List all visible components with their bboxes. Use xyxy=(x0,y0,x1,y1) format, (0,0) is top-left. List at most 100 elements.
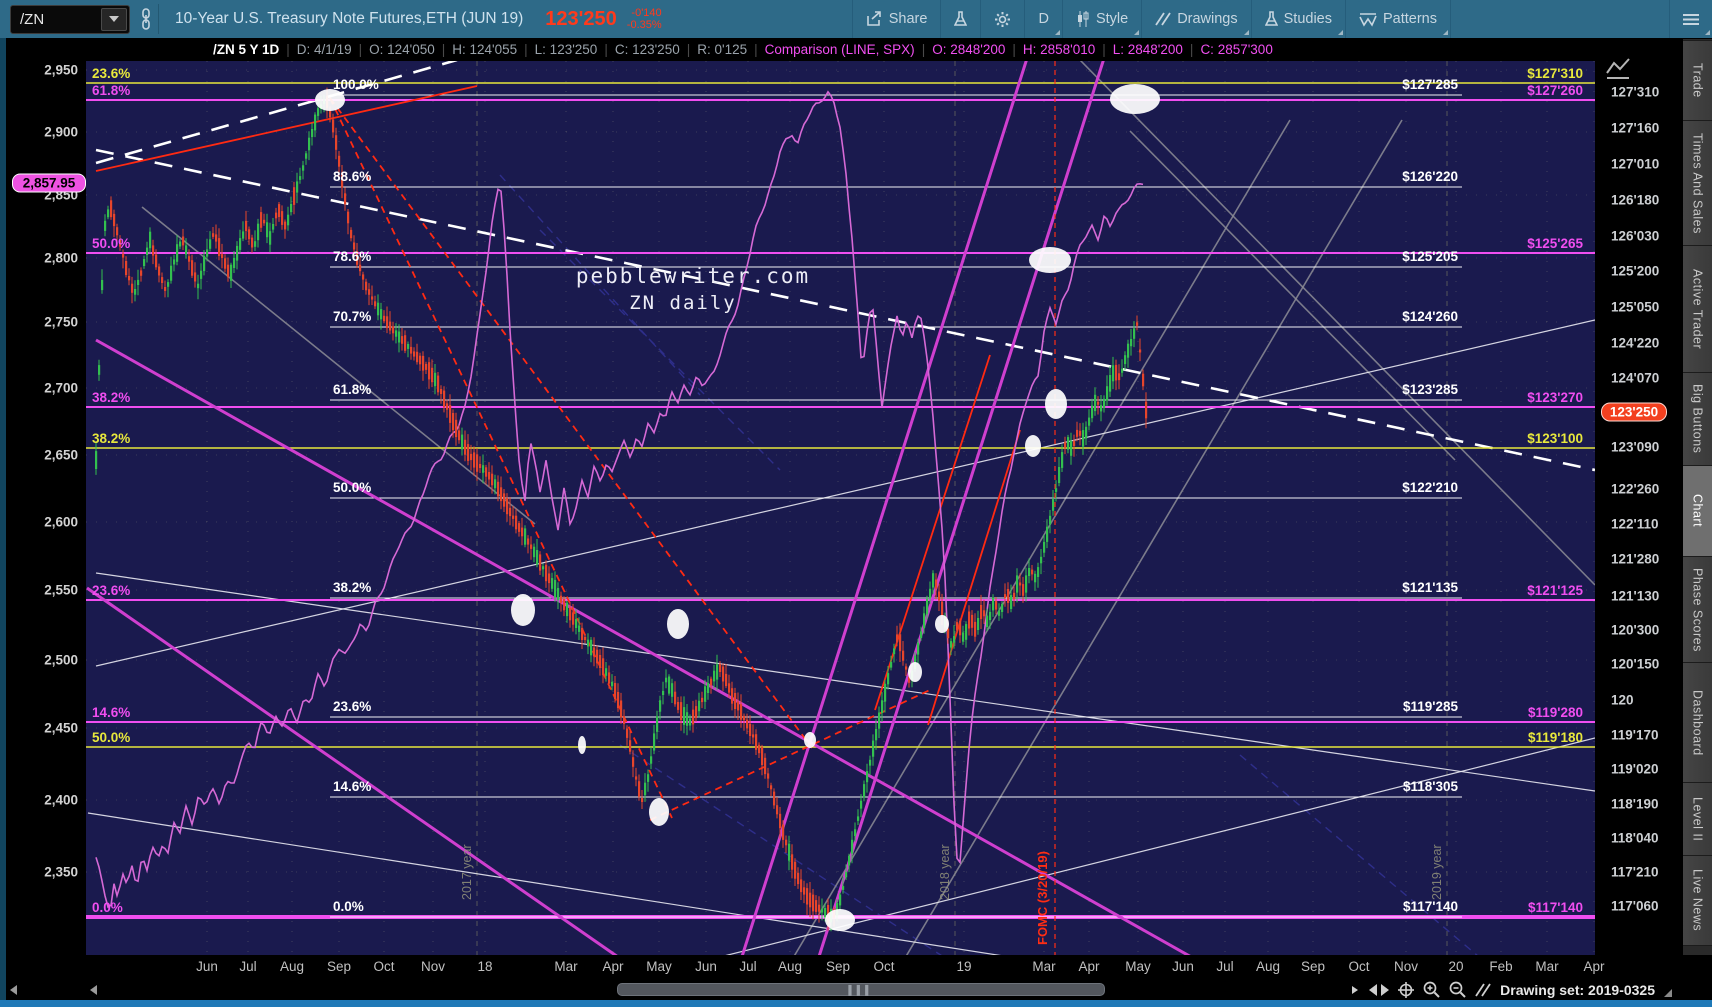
sidebar-tab-big-buttons[interactable]: Big Buttons xyxy=(1683,372,1712,466)
panel-left-arrow-icon[interactable] xyxy=(90,985,97,995)
dropdown-corner-icon xyxy=(1338,30,1343,35)
right-axis-label: 127'010 xyxy=(1611,156,1660,172)
dropdown-corner-icon xyxy=(1705,30,1710,35)
right-axis-label: 123'090 xyxy=(1611,439,1660,455)
svg-text:$122'210: $122'210 xyxy=(1402,480,1458,495)
watermark-line1: pebblewriter.com xyxy=(575,264,811,288)
patterns-button[interactable]: Patterns xyxy=(1345,0,1450,38)
time-axis-label: Sep xyxy=(326,959,352,974)
svg-text:$117'140: $117'140 xyxy=(1528,900,1583,915)
left-price-axis[interactable]: 2,950 2,900 2,850 2,800 2,750 2,700 2,650 2,600… xyxy=(0,61,86,955)
time-axis-label: Oct xyxy=(873,959,895,974)
zoom-in-icon[interactable] xyxy=(1423,981,1440,998)
left-axis-label: 2,450 xyxy=(44,720,78,736)
svg-text:2019 year: 2019 year xyxy=(1430,844,1444,900)
change-percent: -0.35% xyxy=(626,19,662,31)
left-axis-label: 2,650 xyxy=(44,447,78,463)
pattern-icon xyxy=(1359,12,1377,27)
right-axis-label: 118'040 xyxy=(1611,830,1659,846)
step-right-icon[interactable] xyxy=(1350,985,1360,995)
button-label: Patterns xyxy=(1383,11,1437,27)
chart-date: D: 4/1/19 xyxy=(296,42,352,57)
ohlc-field: C: 123'250 xyxy=(614,42,680,57)
pan-arrows-icon[interactable] xyxy=(1369,983,1390,996)
chart-nav-controls: Drawing set: 2019-0325 xyxy=(1350,979,1672,1000)
zoom-out-icon[interactable] xyxy=(1449,981,1466,998)
svg-text:$121'125: $121'125 xyxy=(1527,583,1583,598)
d-button[interactable]: D xyxy=(1024,0,1061,38)
svg-text:23.6%: 23.6% xyxy=(333,699,371,714)
gear-button[interactable] xyxy=(980,0,1024,38)
trading-platform-window: 2017 year 2018 year 2019 year FOMC (3/20/19… xyxy=(0,0,1712,1007)
symbol-input[interactable]: /ZN xyxy=(10,4,130,34)
collapse-left-icon[interactable] xyxy=(10,985,17,995)
sidebar-tab-dashboard[interactable]: Dashboard xyxy=(1683,662,1712,783)
svg-text:$117'140: $117'140 xyxy=(1403,899,1458,914)
button-label: D xyxy=(1038,11,1049,27)
drawings-button[interactable]: Drawings xyxy=(1141,0,1250,38)
flask-button[interactable] xyxy=(940,0,980,38)
time-axis-label: Apr xyxy=(1583,959,1605,974)
right-axis-label: 117'210 xyxy=(1611,864,1659,880)
right-axis-label: 126'030 xyxy=(1611,228,1660,244)
crosshair-icon[interactable] xyxy=(1398,981,1415,998)
svg-text:$123'285: $123'285 xyxy=(1402,382,1458,397)
chart-canvas[interactable]: 2017 year 2018 year 2019 year FOMC (3/20/19… xyxy=(0,0,1712,1007)
right-axis-label: 120'300 xyxy=(1611,622,1660,638)
sidebar-tab-trade[interactable]: Trade xyxy=(1683,40,1712,121)
button-label: Style xyxy=(1095,11,1129,27)
menu-icon xyxy=(1683,13,1699,26)
comparison-field: H: 2858'010 xyxy=(1022,42,1096,57)
sidebar-tab-live-news[interactable]: Live News xyxy=(1683,855,1712,946)
resize-corner-icon[interactable] xyxy=(1664,989,1672,997)
comparison-label[interactable]: Comparison (LINE, SPX) xyxy=(765,42,915,57)
drawing-set-label[interactable]: Drawing set: 2019-0325 xyxy=(1500,982,1655,998)
sidebar-tab-times-and-sales[interactable]: Times And Sales xyxy=(1683,120,1712,246)
flask-icon xyxy=(954,11,968,27)
comparison-last-price-badge: 2,857.95 xyxy=(12,173,86,193)
right-axis-label: 122'260 xyxy=(1611,481,1660,497)
svg-text:$127'310: $127'310 xyxy=(1527,66,1583,81)
drawings-icon[interactable] xyxy=(1475,983,1491,997)
svg-text:2017 year: 2017 year xyxy=(460,844,474,900)
bottom-control-bar: ▌▌▌ Drawing set: 2019-0325 xyxy=(0,979,1712,1000)
time-axis[interactable]: Jun Jul Aug Sep Oct Nov 18 Mar Apr May Jun Jul Aug Se… xyxy=(0,955,1712,979)
chart-ohlc-header: /ZN 5 Y 1D | D: 4/1/19 | O: 124'050 | H: 12… xyxy=(0,38,1712,61)
left-axis-label: 2,500 xyxy=(44,652,78,668)
time-axis-label: Aug xyxy=(1255,959,1281,974)
sidebar-tab-phase-scores[interactable]: Phase Scores xyxy=(1683,556,1712,663)
svg-text:$127'285: $127'285 xyxy=(1402,77,1458,92)
share-button[interactable]: Share xyxy=(851,0,941,38)
time-axis-label: May xyxy=(646,959,672,974)
price-scale-settings-icon[interactable] xyxy=(1603,53,1633,88)
button-label: Share xyxy=(888,11,928,27)
right-axis-label: 124'220 xyxy=(1611,335,1660,351)
symbol-dropdown-button[interactable] xyxy=(101,7,127,31)
instrument-title: 10-Year U.S. Treasury Note Futures,ETH (… xyxy=(175,10,524,27)
top-toolbar: /ZN 10-Year U.S. Treasury Note Futures,E… xyxy=(0,0,1712,39)
time-scrollbar[interactable]: ▌▌▌ xyxy=(617,983,1105,996)
left-axis-label: 2,600 xyxy=(44,514,78,530)
left-axis-label: 2,900 xyxy=(44,124,78,140)
studies-button[interactable]: Studies xyxy=(1250,0,1345,38)
share-icon xyxy=(866,11,883,27)
svg-text:$119'280: $119'280 xyxy=(1528,705,1583,720)
sidebar-tab-chart[interactable]: Chart xyxy=(1683,465,1712,557)
sidebar-tab-active-trader[interactable]: Active Trader xyxy=(1683,245,1712,373)
svg-text:0.0%: 0.0% xyxy=(92,900,123,915)
sidebar-tab-level-ii[interactable]: Level II xyxy=(1683,782,1712,856)
flask-icon xyxy=(1264,11,1278,27)
time-axis-label: Oct xyxy=(373,959,395,974)
style-button[interactable]: Style xyxy=(1061,0,1141,38)
symbol-value: /ZN xyxy=(20,10,45,28)
time-axis-label: Jul xyxy=(1216,959,1234,974)
candlestick-icon xyxy=(1076,11,1090,27)
svg-text:FOMC (3/20/19): FOMC (3/20/19) xyxy=(1035,851,1050,945)
link-symbol-icon[interactable] xyxy=(140,8,152,30)
button-label: Studies xyxy=(1283,11,1332,27)
dropdown-corner-icon xyxy=(1443,30,1448,35)
menu-button[interactable] xyxy=(1669,0,1712,38)
time-axis-label: Oct xyxy=(1348,959,1370,974)
right-price-axis[interactable]: 127'310 127'160 127'010 126'180 126'030 125'2… xyxy=(1595,58,1683,1007)
svg-text:$119'285: $119'285 xyxy=(1403,699,1459,714)
